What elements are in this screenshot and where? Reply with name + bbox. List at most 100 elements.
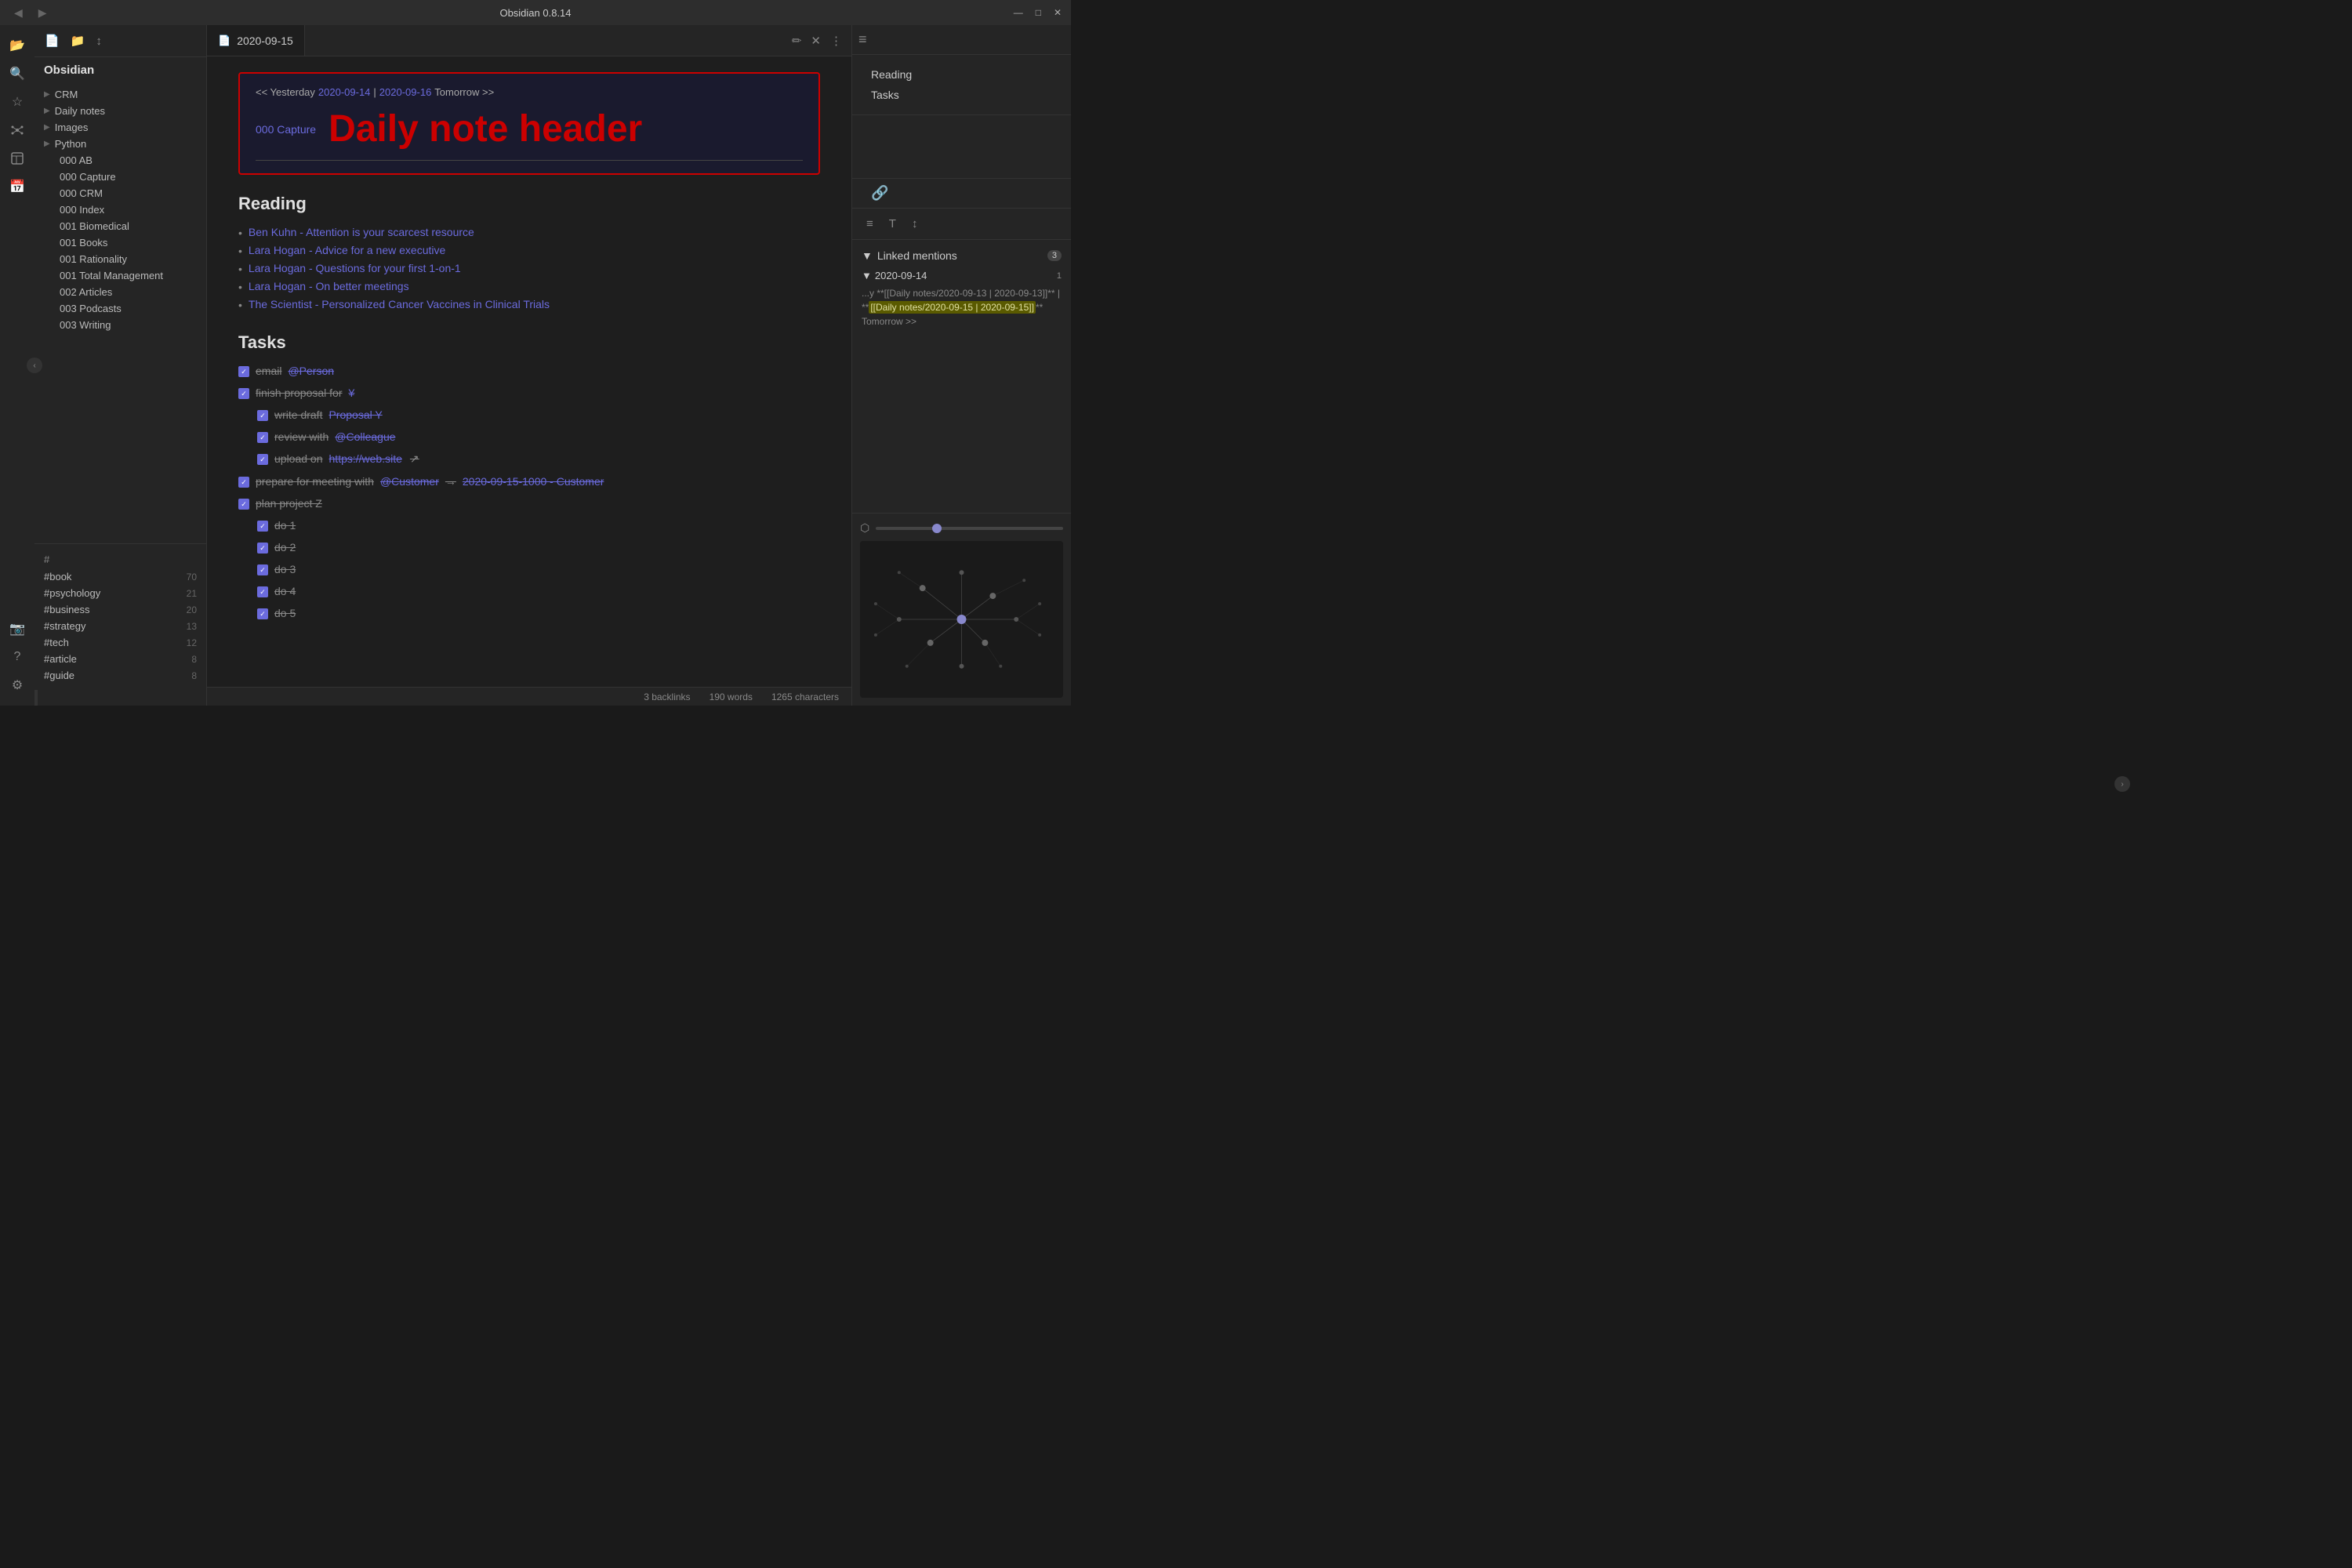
star-icon[interactable]: ☆ xyxy=(5,89,30,114)
search-icon[interactable]: 🔍 xyxy=(5,61,30,86)
sidebar-item-python[interactable]: ▶ Python xyxy=(34,136,206,152)
tag-count: 21 xyxy=(187,588,197,599)
lm-entry-date-link[interactable]: ▼ 2020-09-14 xyxy=(862,270,927,281)
task-colleague-link[interactable]: @Colleague xyxy=(335,430,395,443)
sidebar-item-001books[interactable]: 001 Books xyxy=(34,234,206,251)
text-format-button[interactable]: T xyxy=(884,215,901,233)
graph-slider-thumb xyxy=(932,524,942,533)
tag-strategy[interactable]: #strategy 13 xyxy=(34,618,206,634)
nav-forward-button[interactable]: ▶ xyxy=(34,5,52,21)
reading-item-1: • Ben Kuhn - Attention is your scarcest … xyxy=(238,223,820,241)
daily-header-box: << Yesterday 2020-09-14 | 2020-09-16 Tom… xyxy=(238,72,820,175)
sidebar-item-000ab[interactable]: 000 AB xyxy=(34,152,206,169)
calendar-icon[interactable]: 📅 xyxy=(5,174,30,199)
task-email: email @Person xyxy=(238,362,820,379)
task-checkbox[interactable] xyxy=(257,432,268,443)
tag-guide[interactable]: #guide 8 xyxy=(34,667,206,684)
reading-link-4[interactable]: Lara Hogan - On better meetings xyxy=(249,280,409,292)
task-checkbox[interactable] xyxy=(257,608,268,619)
sidebar-item-000capture[interactable]: 000 Capture xyxy=(34,169,206,185)
folder-label: CRM xyxy=(55,89,78,100)
sidebar-scrollbar[interactable] xyxy=(34,690,38,706)
capture-link[interactable]: 000 Capture xyxy=(256,123,316,136)
task-checkbox[interactable] xyxy=(238,366,249,377)
sidebar-item-001totalmanagement[interactable]: 001 Total Management xyxy=(34,267,206,284)
tab-actions: ✏ ✕ ⋮ xyxy=(782,31,851,51)
arrow-down-icon: ▼ xyxy=(862,249,873,262)
sidebar-item-crm[interactable]: ▶ CRM xyxy=(34,86,206,103)
sidebar-item-daily-notes[interactable]: ▶ Daily notes xyxy=(34,103,206,119)
minimize-button[interactable]: — xyxy=(1014,7,1023,18)
sidebar-title: Obsidian xyxy=(34,57,206,83)
tag-count: 8 xyxy=(191,670,197,681)
more-options-button[interactable]: ⋮ xyxy=(827,31,845,51)
sort-button[interactable]: ↕ xyxy=(93,32,104,50)
reading-link-1[interactable]: Ben Kuhn - Attention is your scarcest re… xyxy=(249,226,474,238)
open-folder-icon[interactable]: 📂 xyxy=(5,33,30,58)
template-icon[interactable] xyxy=(5,146,30,171)
titlebar: ◀ ▶ Obsidian 0.8.14 — □ ✕ xyxy=(0,0,1071,25)
sidebar-item-001biomedical[interactable]: 001 Biomedical xyxy=(34,218,206,234)
outline-icon[interactable]: ≡ xyxy=(858,31,867,48)
task-person-link[interactable]: @Person xyxy=(288,365,334,377)
sidebar-collapse-button[interactable]: ‹ xyxy=(27,358,42,373)
close-tab-button[interactable]: ✕ xyxy=(808,31,824,51)
edit-button[interactable]: ✏ xyxy=(789,31,805,51)
file-label: 003 Podcasts xyxy=(60,303,122,314)
reading-link-3[interactable]: Lara Hogan - Questions for your first 1-… xyxy=(249,262,461,274)
tag-business[interactable]: #business 20 xyxy=(34,601,206,618)
lm-date-label: 2020-09-14 xyxy=(875,270,927,281)
task-proposaly-link[interactable]: Proposal Y xyxy=(328,408,382,421)
sidebar-item-003podcasts[interactable]: 003 Podcasts xyxy=(34,300,206,317)
task-checkbox[interactable] xyxy=(257,521,268,532)
task-checkbox[interactable] xyxy=(238,388,249,399)
tag-article[interactable]: #article 8 xyxy=(34,651,206,667)
sidebar-item-000index[interactable]: 000 Index xyxy=(34,201,206,218)
outline-tasks-item[interactable]: Tasks xyxy=(865,85,1058,105)
task-customer-link[interactable]: @Customer xyxy=(380,475,439,488)
sidebar-item-images[interactable]: ▶ Images xyxy=(34,119,206,136)
help-icon[interactable]: ? xyxy=(5,644,30,670)
file-label: 001 Rationality xyxy=(60,253,127,265)
sidebar-item-003writing[interactable]: 003 Writing xyxy=(34,317,206,333)
editor-area[interactable]: << Yesterday 2020-09-14 | 2020-09-16 Tom… xyxy=(207,56,851,687)
tag-tech[interactable]: #tech 12 xyxy=(34,634,206,651)
list-view-button[interactable]: ≡ xyxy=(862,215,878,233)
close-button[interactable]: ✕ xyxy=(1054,7,1062,18)
tag-psychology[interactable]: #psychology 21 xyxy=(34,585,206,601)
graph-zoom-slider[interactable] xyxy=(876,527,1063,530)
graph-view-icon[interactable] xyxy=(5,118,30,143)
task-proposal-link[interactable]: ¥ xyxy=(349,387,355,399)
task-checkbox[interactable] xyxy=(238,499,249,510)
settings-icon[interactable]: ⚙ xyxy=(5,673,30,698)
task-meeting-link[interactable]: 2020-09-15-1000 - Customer xyxy=(463,475,604,488)
tag-label: #article xyxy=(44,653,77,665)
outline-reading-item[interactable]: Reading xyxy=(865,64,1058,85)
task-checkbox[interactable] xyxy=(257,454,268,465)
sidebar-item-000crm[interactable]: 000 CRM xyxy=(34,185,206,201)
task-checkbox[interactable] xyxy=(257,564,268,575)
tag-book[interactable]: #book 70 xyxy=(34,568,206,585)
new-file-button[interactable]: 📄 xyxy=(42,31,62,50)
nav-back-button[interactable]: ◀ xyxy=(9,5,27,21)
sidebar-item-002articles[interactable]: 002 Articles xyxy=(34,284,206,300)
task-url-link[interactable]: https://web.site xyxy=(329,452,402,465)
task-checkbox[interactable] xyxy=(257,543,268,554)
sort-mentions-button[interactable]: ↕ xyxy=(907,215,923,233)
reading-link-5[interactable]: The Scientist - Personalized Cancer Vacc… xyxy=(249,298,550,310)
active-tab[interactable]: 📄 2020-09-15 xyxy=(207,25,305,56)
panel-spacer xyxy=(852,115,1071,178)
sidebar-item-001rationality[interactable]: 001 Rationality xyxy=(34,251,206,267)
next-date-link[interactable]: 2020-09-16 xyxy=(379,86,432,98)
lm-text-content: ...y **[[Daily notes/2020-09-13 | 2020-0… xyxy=(862,286,1062,328)
reading-link-2[interactable]: Lara Hogan - Advice for a new executive xyxy=(249,244,445,256)
prev-date-link[interactable]: 2020-09-14 xyxy=(318,86,371,98)
task-checkbox[interactable] xyxy=(257,410,268,421)
task-proposal: finish proposal for ¥ xyxy=(238,384,820,401)
task-checkbox[interactable] xyxy=(257,586,268,597)
task-checkbox[interactable] xyxy=(238,477,249,488)
backlinks-icon[interactable]: 🔗 xyxy=(862,180,898,205)
camera-icon[interactable]: 📷 xyxy=(5,616,30,641)
maximize-button[interactable]: □ xyxy=(1036,7,1041,18)
new-folder-button[interactable]: 📁 xyxy=(68,31,88,50)
